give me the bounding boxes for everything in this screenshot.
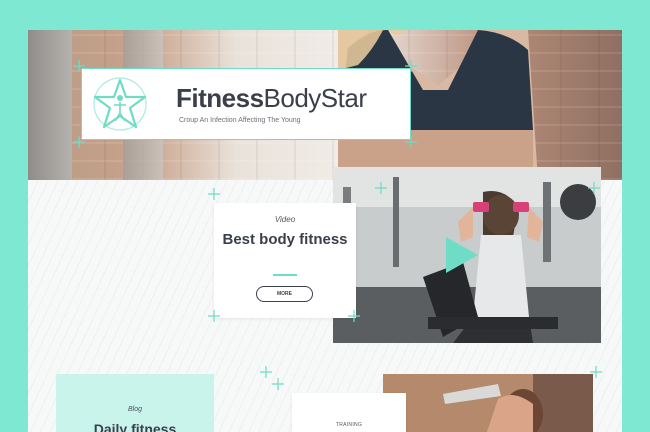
more-button[interactable]: MORE: [256, 286, 313, 302]
brand-name-bold: Fitness: [176, 83, 264, 113]
video-card: Video Best body fitness MORE: [214, 203, 356, 318]
hero-banner: FitnessBodyStar Croup An Infection Affec…: [28, 30, 622, 180]
corner-leaf-icon: [588, 182, 600, 194]
corner-leaf-icon: [73, 60, 85, 72]
training-kicker: TRAINING: [335, 422, 363, 428]
logo-frame[interactable]: FitnessBodyStar Croup An Infection Affec…: [81, 68, 411, 140]
blog-kicker: Blog: [127, 406, 142, 413]
corner-leaf-icon: [375, 182, 387, 194]
corner-leaf-icon: [272, 378, 284, 390]
corner-leaf-icon: [208, 188, 220, 200]
drinking-athlete-illustration: [383, 374, 593, 432]
drinking-athlete-photo[interactable]: [383, 374, 593, 432]
star-icon: [93, 77, 147, 131]
title-divider: [273, 274, 297, 276]
corner-leaf-icon: [405, 136, 417, 148]
corner-leaf-icon: [348, 310, 360, 322]
brand-name-rest: BodyStar: [263, 83, 367, 113]
video-kicker: Video: [274, 215, 296, 224]
brand-tagline: Croup An Infection Affecting The Young: [179, 117, 301, 124]
corner-leaf-icon: [208, 310, 220, 322]
corner-leaf-icon: [405, 60, 417, 72]
video-title: Best body fitness: [222, 231, 348, 248]
website-mockup: FitnessBodyStar Croup An Infection Affec…: [28, 30, 622, 432]
brand-name: FitnessBodyStar: [176, 83, 367, 114]
corner-leaf-icon: [73, 136, 85, 148]
play-icon[interactable]: [446, 237, 478, 273]
blog-card[interactable]: Blog Daily fitness: [56, 374, 214, 432]
training-card[interactable]: TRAINING: [292, 393, 406, 432]
hero-pillar: [28, 30, 72, 180]
corner-leaf-icon: [590, 366, 602, 378]
blog-title: Daily fitness: [93, 421, 177, 432]
